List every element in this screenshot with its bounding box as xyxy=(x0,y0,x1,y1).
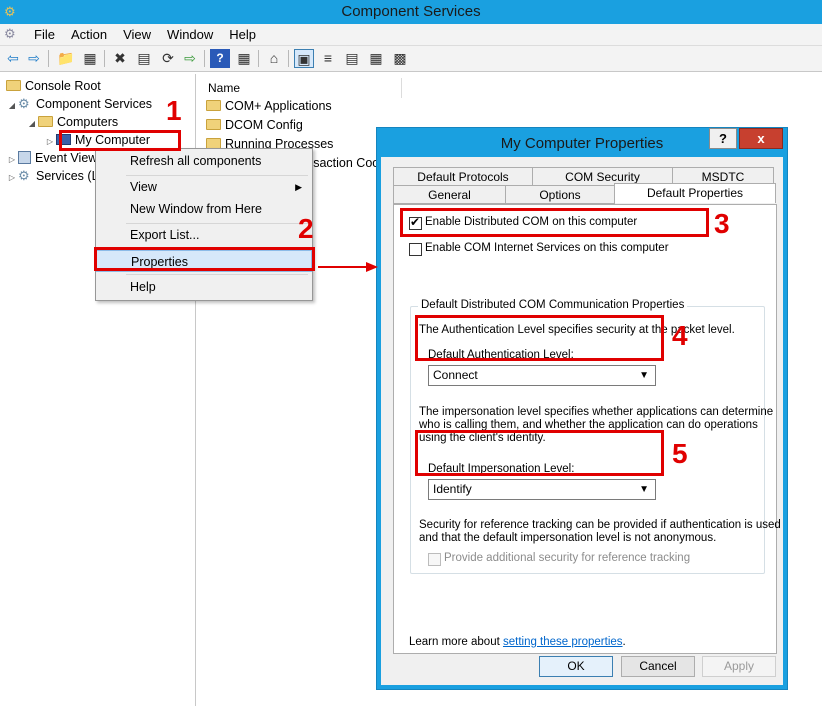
menu-item-refresh-all[interactable]: Refresh all components xyxy=(96,150,312,172)
menu-item-view[interactable]: View ▶ xyxy=(96,176,312,198)
enable-cis-label[interactable]: Enable COM Internet Services on this com… xyxy=(425,242,669,254)
menu-item-help[interactable]: Help xyxy=(96,276,312,298)
auth-level-select[interactable]: Connect ▼ xyxy=(428,365,656,386)
annotation-box-2 xyxy=(94,247,315,271)
list-view-icon[interactable]: ≡ xyxy=(318,49,338,68)
title-bar: ⚙ Component Services xyxy=(0,0,822,24)
menu-window[interactable]: Window xyxy=(159,27,221,42)
dialog-title-bar: My Computer Properties ? x xyxy=(377,128,787,158)
menu-item-export-list[interactable]: Export List... xyxy=(96,224,312,246)
expanded-arrow-icon[interactable]: ◢ xyxy=(26,115,38,133)
folder-icon xyxy=(6,80,21,91)
grid-view-icon[interactable]: ▩ xyxy=(390,49,410,68)
ref-tracking-checkbox[interactable] xyxy=(428,553,441,566)
annotation-number-4: 4 xyxy=(672,320,688,351)
ref-tracking-label[interactable]: Provide additional security for referenc… xyxy=(444,552,690,564)
imp-description-line-1: The impersonation level specifies whethe… xyxy=(419,406,774,418)
component-services-icon: ⚙ xyxy=(18,96,30,111)
tab-default-properties[interactable]: Default Properties xyxy=(614,183,776,203)
annotation-box-3 xyxy=(400,208,709,237)
menu-view[interactable]: View xyxy=(115,27,159,42)
annotation-box-5 xyxy=(415,430,664,476)
chevron-down-icon: ▼ xyxy=(639,484,649,495)
properties-icon[interactable]: ▤ xyxy=(134,49,154,68)
list-item[interactable]: DCOM Config xyxy=(206,116,303,134)
context-menu: Refresh all components View ▶ New Window… xyxy=(95,148,313,301)
close-button[interactable]: x xyxy=(739,128,783,149)
tab-general[interactable]: General xyxy=(393,185,506,204)
status-view-icon[interactable]: ▦ xyxy=(366,49,386,68)
folder-icon xyxy=(38,116,53,127)
delete-icon[interactable]: ✖ xyxy=(110,49,130,68)
menu-bar: ⚙ File Action View Window Help xyxy=(0,24,822,46)
tree-item-computers[interactable]: ◢ Computers xyxy=(26,113,118,131)
ref-description-line-2: and that the default impersonation level… xyxy=(419,532,717,544)
column-header-name[interactable]: Name xyxy=(202,78,402,98)
install-icon[interactable]: ⌂ xyxy=(264,49,284,68)
menu-item-new-window[interactable]: New Window from Here xyxy=(96,198,312,220)
menu-file[interactable]: File xyxy=(26,27,63,42)
list-item[interactable]: COM+ Applications xyxy=(206,97,332,115)
tree-item-event-viewer[interactable]: ▷ Event Viewer xyxy=(6,149,108,167)
enable-cis-checkbox[interactable] xyxy=(409,243,422,256)
ok-button[interactable]: OK xyxy=(539,656,613,677)
annotation-number-3: 3 xyxy=(714,208,730,239)
show-tree-icon[interactable]: ▦ xyxy=(80,49,100,68)
submenu-arrow-icon: ▶ xyxy=(295,182,302,192)
tree-item-component-services[interactable]: ◢ ⚙ Component Services xyxy=(6,95,152,113)
tab-default-protocols[interactable]: Default Protocols xyxy=(393,167,533,186)
back-icon[interactable]: ⇦ xyxy=(3,49,23,68)
folder-icon xyxy=(206,119,221,130)
help-icon[interactable]: ? xyxy=(210,49,230,68)
tree-item-console-root[interactable]: Console Root xyxy=(6,77,101,95)
menu-help[interactable]: Help xyxy=(221,27,264,42)
large-icons-view-icon[interactable]: ▣ xyxy=(294,49,314,68)
event-viewer-icon xyxy=(18,151,31,164)
collapsed-arrow-icon[interactable]: ▷ xyxy=(6,169,18,187)
tab-options[interactable]: Options xyxy=(505,185,615,204)
folder-icon xyxy=(206,100,221,111)
forward-icon[interactable]: ⇨ xyxy=(24,49,44,68)
refresh-icon[interactable]: ⟳ xyxy=(158,49,178,68)
console-icon[interactable]: ▦ xyxy=(234,49,254,68)
expanded-arrow-icon[interactable]: ◢ xyxy=(6,97,18,115)
learn-more-text: Learn more about setting these propertie… xyxy=(409,636,626,648)
up-folder-icon[interactable]: 📁 xyxy=(56,49,76,68)
annotation-box-4 xyxy=(415,315,664,361)
services-icon: ⚙ xyxy=(18,168,30,183)
group-title: Default Distributed COM Communication Pr… xyxy=(418,299,688,311)
system-menu-icon[interactable]: ⚙ xyxy=(4,26,16,42)
chevron-down-icon: ▼ xyxy=(639,370,649,381)
setting-properties-link[interactable]: setting these properties xyxy=(503,636,623,648)
imp-level-select[interactable]: Identify ▼ xyxy=(428,479,656,500)
help-button[interactable]: ? xyxy=(709,128,737,149)
cancel-button[interactable]: Cancel xyxy=(621,656,695,677)
annotation-number-1: 1 xyxy=(166,95,182,126)
apply-button[interactable]: Apply xyxy=(702,656,776,677)
ref-description-line-1: Security for reference tracking can be p… xyxy=(419,519,781,531)
annotation-number-2: 2 xyxy=(298,213,314,244)
default-properties-panel: Enable Distributed COM on this computer … xyxy=(393,204,781,654)
menu-action[interactable]: Action xyxy=(63,27,115,42)
window-title: Component Services xyxy=(341,3,481,20)
details-view-icon[interactable]: ▤ xyxy=(342,49,362,68)
annotation-arrow xyxy=(318,262,378,272)
export-icon[interactable]: ⇨ xyxy=(180,49,200,68)
annotation-box-1 xyxy=(59,130,181,151)
toolbar: ⇦ ⇨ 📁 ▦ ✖ ▤ ⟳ ⇨ ? ▦ ⌂ ▣ ≡ ▤ ▦ ▩ xyxy=(0,46,822,72)
annotation-number-5: 5 xyxy=(672,438,688,469)
